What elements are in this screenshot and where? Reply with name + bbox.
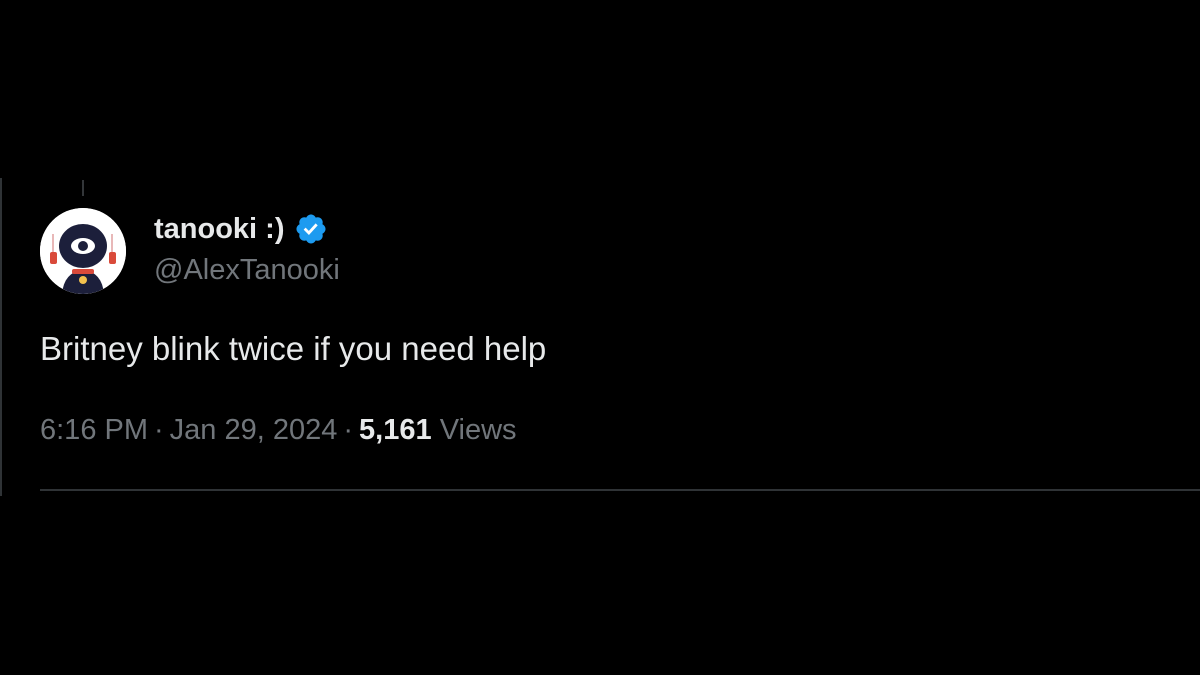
avatar-illustration [40, 208, 126, 294]
view-count[interactable]: 5,161 [359, 414, 432, 446]
tweet-text: Britney blink twice if you need help [40, 330, 547, 367]
meta-separator: · [154, 414, 164, 446]
name-row: tanooki :) [154, 210, 340, 248]
thread-edge-line [0, 178, 10, 496]
views-label[interactable]: Views [440, 414, 517, 446]
user-handle[interactable]: @AlexTanooki [154, 254, 340, 287]
tweet-date[interactable]: Jan 29, 2024 [170, 414, 338, 446]
divider [40, 489, 1200, 491]
thread-connector-line [82, 180, 84, 196]
tweet-card[interactable]: tanooki :) @AlexTanooki Britney blink tw… [40, 204, 1200, 492]
avatar[interactable] [40, 208, 126, 294]
display-name[interactable]: tanooki :) [154, 213, 285, 246]
verified-badge-icon[interactable] [294, 212, 328, 246]
tweet-time[interactable]: 6:16 PM [40, 414, 148, 446]
author-block: tanooki :) @AlexTanooki [154, 210, 340, 287]
meta-separator: · [343, 414, 354, 446]
tweet-meta: 6:16 PM · Jan 29, 2024 · 5,161 Views [40, 414, 517, 447]
